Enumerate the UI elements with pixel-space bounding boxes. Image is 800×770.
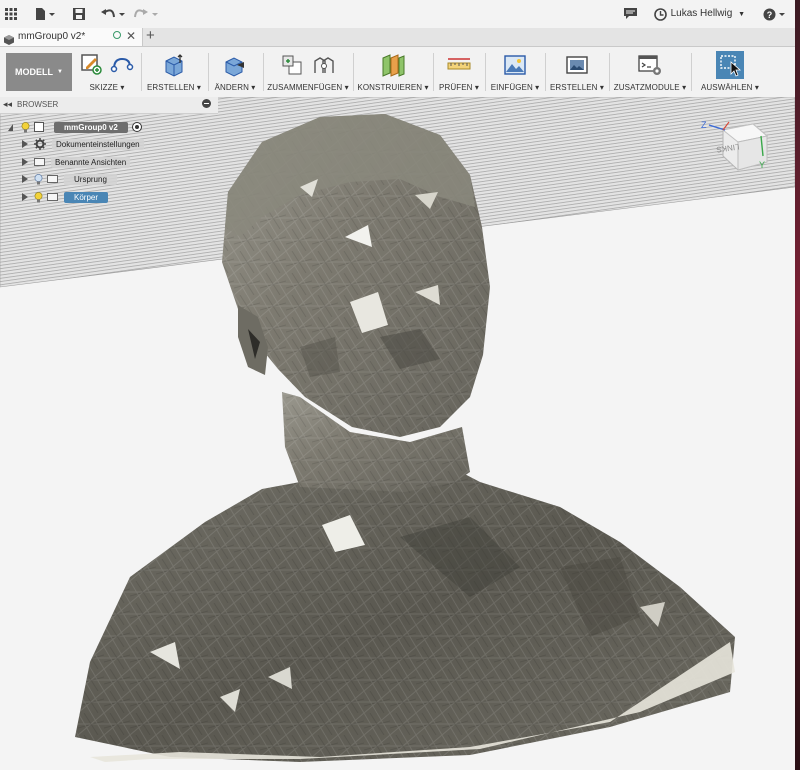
toolbar-divider <box>263 53 264 91</box>
browser-root-row[interactable]: mmGroup0 v2 <box>8 120 142 134</box>
workspace-switcher[interactable]: MODELL ▼ <box>6 53 72 91</box>
toolbar-group-modify[interactable]: ÄNDERN ▾ <box>210 49 260 95</box>
toolbar-group-select[interactable]: AUSWÄHLEN ▾ <box>693 49 767 95</box>
line-sketch-icon[interactable] <box>110 53 134 80</box>
workspace-label: MODELL <box>15 67 54 77</box>
toolbar-group-label: EINFÜGEN <box>490 83 533 92</box>
history-clock-icon[interactable] <box>652 4 668 24</box>
fusion-app-window: Lukas Hellwig ▼ ? mmGroup0 v2* ✕ + MODEL… <box>0 0 795 770</box>
toolbar-divider <box>141 53 142 91</box>
activate-radio-icon[interactable] <box>131 122 142 132</box>
visibility-bulb-icon[interactable] <box>34 191 43 203</box>
help-icon[interactable]: ? <box>762 4 786 24</box>
render-image-icon[interactable] <box>565 53 589 82</box>
expand-triangle-icon[interactable] <box>22 140 28 148</box>
document-tab[interactable]: mmGroup0 v2* ✕ <box>0 28 143 46</box>
expand-triangle-icon[interactable] <box>8 123 13 131</box>
3d-canvas[interactable]: LINKS Z Y <box>0 97 795 770</box>
top-bar: Lukas Hellwig ▼ ? <box>0 0 795 29</box>
toolbar-divider <box>485 53 486 91</box>
save-icon[interactable] <box>72 4 86 24</box>
expand-triangle-icon[interactable] <box>22 175 28 183</box>
offset-plane-icon[interactable] <box>380 53 406 82</box>
toolbar-ribbon: MODELL ▼ SKIZZE ▾ ERSTELLEN ▾ ÄNDERN ▾ Z… <box>0 47 795 98</box>
toolbar-divider <box>208 53 209 91</box>
select-cursor-icon[interactable] <box>716 51 744 79</box>
app-grid-icon[interactable] <box>4 4 18 24</box>
measure-ruler-icon[interactable] <box>447 53 471 82</box>
toolbar-group-label: ERSTELLEN <box>549 83 598 92</box>
folder-icon <box>47 193 58 201</box>
browser-item-bodies[interactable]: Körper <box>22 190 109 204</box>
browser-item-label: Dokumenteinstellungen <box>52 138 144 150</box>
svg-text:?: ? <box>767 10 773 20</box>
insert-image-icon[interactable] <box>503 53 527 82</box>
toolbar-group-inspect[interactable]: PRÜFEN ▾ <box>435 49 483 95</box>
3d-viewport[interactable]: LINKS Z Y <box>0 97 795 770</box>
toolbar-group-addins[interactable]: ZUSATZMODULE ▾ <box>611 49 689 95</box>
browser-item-named-views[interactable]: Benannte Ansichten <box>22 155 131 169</box>
toolbar-divider <box>545 53 546 91</box>
toolbar-group-label: KONSTRUIEREN <box>357 83 423 92</box>
background-window-edge <box>795 0 800 770</box>
user-menu[interactable]: Lukas Hellwig ▼ <box>671 8 745 19</box>
toolbar-group-label: ÄNDERN <box>214 83 249 92</box>
user-name: Lukas Hellwig <box>670 8 733 19</box>
toolbar-group-label: ERSTELLEN <box>146 83 195 92</box>
browser-item-label: Benannte Ansichten <box>51 156 131 168</box>
press-pull-icon[interactable] <box>223 53 247 82</box>
gear-icon <box>34 138 46 150</box>
toolbar-group-sketch[interactable]: SKIZZE ▾ <box>76 49 138 95</box>
browser-item-label: Körper <box>64 191 109 203</box>
browser-item-origin[interactable]: Ursprung <box>22 172 117 186</box>
chevron-down-icon: ▼ <box>738 11 745 18</box>
browser-root-label: mmGroup0 v2 <box>54 121 128 133</box>
expand-triangle-icon[interactable] <box>22 158 28 166</box>
new-tab-icon[interactable]: + <box>146 27 155 44</box>
toolbar-divider <box>691 53 692 91</box>
expand-triangle-icon[interactable] <box>22 193 28 201</box>
browser-item-label: Ursprung <box>64 173 117 185</box>
toolbar-group-label: ZUSATZMODULE <box>613 83 680 92</box>
toolbar-divider <box>353 53 354 91</box>
toolbar-divider <box>609 53 610 91</box>
y-axis-label: Y <box>759 160 765 170</box>
toolbar-group-insert[interactable]: EINFÜGEN ▾ <box>487 49 543 95</box>
joint-icon[interactable] <box>312 53 336 82</box>
extrude-box-icon[interactable] <box>162 53 186 82</box>
folder-icon <box>34 158 45 166</box>
browser-panel-header: ◂◂ BROWSER <box>0 97 218 114</box>
toolbar-divider <box>433 53 434 91</box>
comment-icon[interactable] <box>622 4 638 24</box>
minimize-browser-icon[interactable] <box>202 99 211 108</box>
undo-icon[interactable] <box>100 4 126 24</box>
new-component-icon[interactable] <box>280 53 304 82</box>
toolbar-group-assemble[interactable]: ZUSAMMENFÜGEN ▾ <box>265 49 351 95</box>
document-tab-bar: mmGroup0 v2* ✕ + <box>0 27 795 47</box>
close-tab-icon[interactable]: ✕ <box>126 29 136 43</box>
folder-icon <box>47 175 58 183</box>
z-axis-label: Z <box>701 120 707 130</box>
browser-title: BROWSER <box>17 100 59 109</box>
file-menu-icon[interactable] <box>34 4 56 24</box>
create-sketch-icon[interactable] <box>80 53 102 80</box>
chevron-down-icon: ▼ <box>57 69 63 75</box>
collapse-panel-icon[interactable]: ◂◂ <box>3 99 12 110</box>
document-tab-title: mmGroup0 v2* <box>18 31 86 42</box>
visibility-bulb-off-icon[interactable] <box>34 173 43 185</box>
browser-item-document-settings[interactable]: Dokumenteinstellungen <box>22 137 144 151</box>
sync-status-icon <box>113 31 121 39</box>
redo-icon[interactable] <box>133 4 159 24</box>
visibility-bulb-icon[interactable] <box>21 121 30 133</box>
scripts-addins-icon[interactable] <box>637 53 663 82</box>
toolbar-group-construct[interactable]: KONSTRUIEREN ▾ <box>355 49 431 95</box>
toolbar-group-create[interactable]: ERSTELLEN ▾ <box>143 49 205 95</box>
component-icon <box>34 122 44 132</box>
toolbar-group-label: ZUSAMMENFÜGEN <box>267 83 343 92</box>
toolbar-group-make[interactable]: ERSTELLEN ▾ <box>547 49 607 95</box>
toolbar-group-label: PRÜFEN <box>439 83 473 92</box>
toolbar-group-label: AUSWÄHLEN <box>700 83 753 92</box>
toolbar-group-label: SKIZZE <box>89 83 119 92</box>
